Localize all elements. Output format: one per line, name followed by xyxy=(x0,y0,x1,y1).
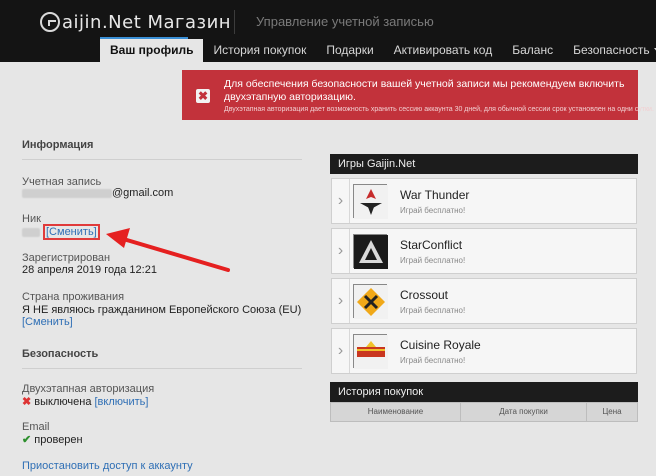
registered-label: Зарегистрирован xyxy=(22,252,111,264)
country-change: [Сменить] xyxy=(22,316,73,328)
column-price[interactable]: Цена xyxy=(587,403,637,421)
game-subtitle: Играй бесплатно! xyxy=(400,306,466,315)
game-name: StarConflict xyxy=(400,238,463,252)
twofa-status-row: ✖ выключена [включить] xyxy=(22,395,148,408)
game-name: War Thunder xyxy=(400,188,470,202)
gaijin-g-icon xyxy=(40,12,60,32)
alert-message: Для обеспечения безопасности вашей учетн… xyxy=(224,78,625,103)
brand-title: aijin.Net Магазин xyxy=(62,11,232,33)
change-nick-link[interactable]: [Сменить] xyxy=(46,226,97,238)
tab-gifts[interactable]: Подарки xyxy=(316,39,383,62)
alert-note: Двухэтапная авторизация дает возможность… xyxy=(224,106,654,113)
chevron-right-icon: › xyxy=(332,229,350,273)
chevron-right-icon: › xyxy=(332,279,350,323)
email-status-row: ✔ проверен xyxy=(22,433,83,446)
country-label: Страна проживания xyxy=(22,291,125,303)
email-status: проверен xyxy=(34,434,83,446)
header-divider xyxy=(234,10,235,34)
country-value: Я НЕ являюсь гражданином Европейского Со… xyxy=(22,304,302,316)
tab-purchase-history[interactable]: История покупок xyxy=(203,39,316,62)
annotation-arrow xyxy=(106,228,230,272)
game-subtitle: Играй бесплатно! xyxy=(400,356,466,365)
enable-twofa-link[interactable]: [включить] xyxy=(95,396,149,408)
page-subtitle: Управление учетной записью xyxy=(256,14,434,29)
column-date[interactable]: Дата покупки xyxy=(461,403,587,421)
tab-activate-code[interactable]: Активировать код xyxy=(384,39,503,62)
security-section-title: Безопасность xyxy=(22,348,302,369)
redacted-nick xyxy=(22,227,40,237)
game-name: Cuisine Royale xyxy=(400,338,481,352)
tab-balance[interactable]: Баланс xyxy=(502,39,563,62)
redacted-email xyxy=(22,188,112,198)
twofa-status: выключена xyxy=(34,396,92,408)
check-icon: ✔ xyxy=(22,434,32,446)
tab-profile[interactable]: Ваш профиль xyxy=(100,39,204,62)
crossout-logo-icon xyxy=(353,284,388,319)
game-star-conflict[interactable]: › StarConflict Играй бесплатно! xyxy=(331,228,637,274)
nick-change-highlight: [Сменить] xyxy=(43,224,100,240)
game-subtitle: Играй бесплатно! xyxy=(400,206,466,215)
nick-value: [Сменить] xyxy=(22,224,100,240)
chevron-right-icon: › xyxy=(332,179,350,223)
brand-logo[interactable]: aijin.Net Магазин xyxy=(40,9,231,35)
cross-icon: ✖ xyxy=(22,396,32,408)
account-email-domain: @gmail.com xyxy=(112,187,174,199)
chevron-right-icon: › xyxy=(332,329,350,373)
tab-security[interactable]: Безопасность xyxy=(563,39,656,62)
twofa-label: Двухэтапная авторизация xyxy=(22,383,155,395)
security-alert: ✖ Для обеспечения безопасности вашей уче… xyxy=(182,70,654,120)
top-bar: aijin.Net Магазин Управление учетной зап… xyxy=(0,0,656,62)
email-label: Email xyxy=(22,421,50,433)
tab-security-label: Безопасность xyxy=(573,43,650,57)
account-value: @gmail.com xyxy=(22,187,173,199)
main-nav: Ваш профиль История покупок Подарки Акти… xyxy=(100,39,656,62)
info-section-title: Информация xyxy=(22,139,302,160)
game-crossout[interactable]: › Crossout Играй бесплатно! xyxy=(331,278,637,324)
column-name[interactable]: Наименование xyxy=(331,403,461,421)
game-war-thunder[interactable]: › War Thunder Играй бесплатно! xyxy=(331,178,637,224)
change-country-link[interactable]: [Сменить] xyxy=(22,316,73,328)
war-thunder-logo-icon xyxy=(353,184,388,219)
purchase-history-header: История покупок xyxy=(330,382,638,402)
purchase-history-table-header: Наименование Дата покупки Цена xyxy=(330,402,638,422)
game-subtitle: Играй бесплатно! xyxy=(400,256,466,265)
game-cuisine-royale[interactable]: › Cuisine Royale Играй бесплатно! xyxy=(331,328,637,374)
games-header: Игры Gaijin.Net xyxy=(330,154,638,174)
cuisine-royale-logo-icon xyxy=(353,334,388,369)
game-name: Crossout xyxy=(400,288,449,302)
star-conflict-logo-icon xyxy=(353,234,388,269)
suspend-account-link[interactable]: Приостановить доступ к аккаунту xyxy=(22,460,193,472)
close-icon[interactable]: ✖ xyxy=(196,89,210,103)
